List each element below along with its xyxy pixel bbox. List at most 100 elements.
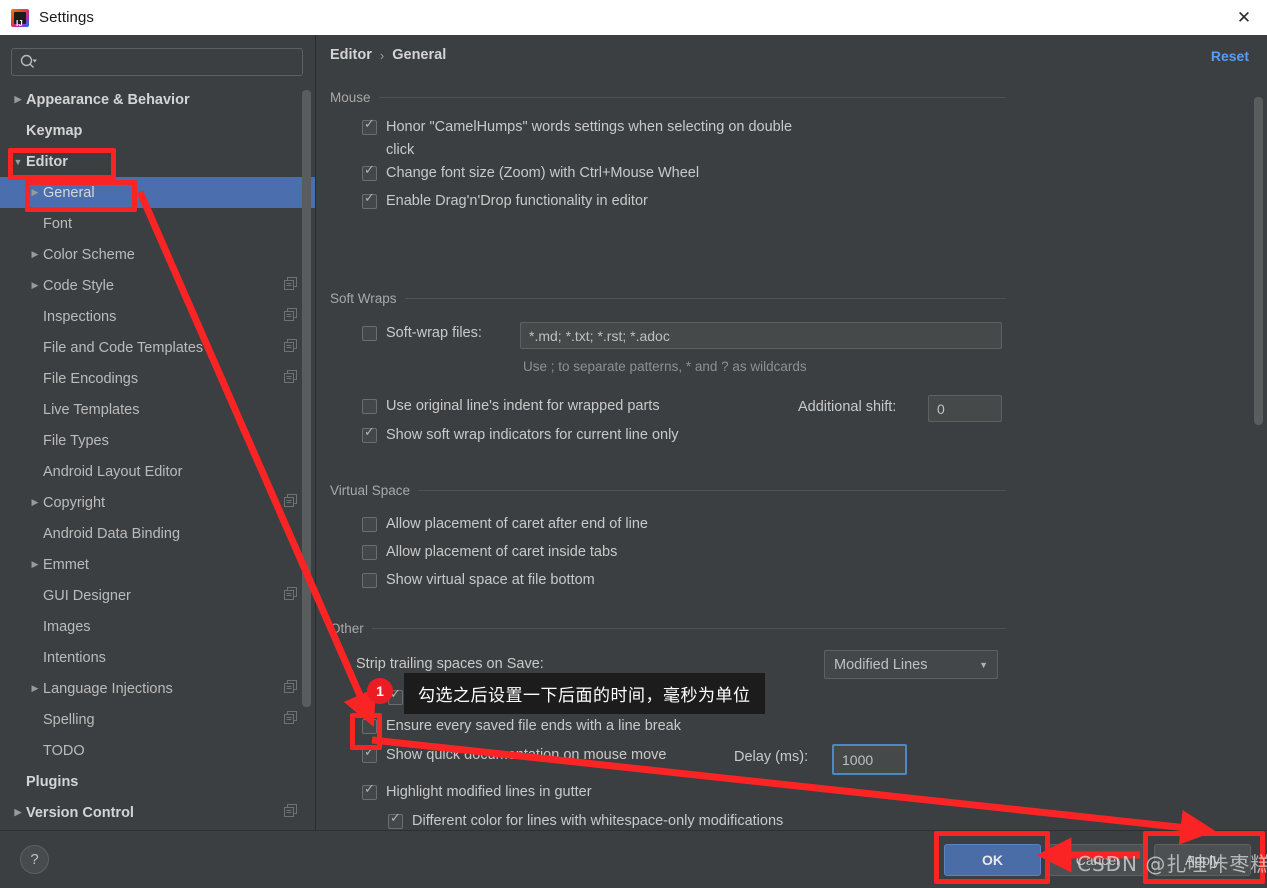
chevron-right-icon[interactable]: ▶ — [27, 187, 43, 198]
sidebar-item-live-templates[interactable]: Live Templates — [0, 394, 315, 425]
chevron-right-icon[interactable]: ▶ — [27, 497, 43, 508]
sidebar-item-appearance-behavior[interactable]: ▶ Appearance & Behavior — [0, 84, 315, 115]
sidebar-item-label: Color Scheme — [43, 246, 135, 263]
chevron-right-icon[interactable]: ▶ — [27, 280, 43, 291]
soft-wrap-files-input[interactable] — [520, 322, 1002, 349]
sidebar-item-editor[interactable]: ▼ Editor — [0, 146, 315, 177]
checkbox-highlight-modified[interactable] — [362, 782, 377, 800]
checkbox-row-dragndrop[interactable]: Enable Drag'n'Drop functionality in edit… — [362, 190, 1006, 218]
checkbox-row-zoom-font[interactable]: Change font size (Zoom) with Ctrl+Mouse … — [362, 162, 1006, 190]
copy-settings-icon[interactable] — [284, 277, 297, 294]
reset-link[interactable]: Reset — [1211, 48, 1249, 64]
copy-settings-icon[interactable] — [284, 308, 297, 325]
sidebar-item-color-scheme[interactable]: ▶ Color Scheme — [0, 239, 315, 270]
sidebar-item-code-style[interactable]: ▶ Code Style — [0, 270, 315, 301]
help-icon[interactable]: ? — [20, 845, 49, 874]
sidebar-item-inspections[interactable]: Inspections — [0, 301, 315, 332]
checkbox-row-virtual-space-bottom[interactable]: Show virtual space at file bottom — [362, 569, 1006, 597]
checkbox-row-use-indent[interactable]: Use original line's indent for wrapped p… — [362, 395, 660, 423]
checkbox-row-quick-documentation[interactable]: Show quick documentation on mouse move — [362, 744, 667, 772]
ok-button[interactable]: OK — [944, 844, 1041, 876]
chevron-down-icon[interactable]: ▼ — [10, 157, 26, 167]
checkbox-different-color[interactable] — [388, 811, 403, 829]
copy-settings-icon[interactable] — [284, 804, 297, 821]
strip-trailing-select[interactable]: Modified Lines ▼ — [824, 650, 998, 679]
checkbox-label: Use original line's indent for wrapped p… — [386, 398, 660, 414]
sidebar-item-file-encodings[interactable]: File Encodings — [0, 363, 315, 394]
section-rule — [404, 297, 1006, 299]
chevron-right-icon[interactable]: ▶ — [10, 807, 26, 818]
checkbox-row-camelhumps[interactable]: Honor "CamelHumps" words settings when s… — [362, 116, 1006, 162]
checkbox-row-caret-inside-tabs[interactable]: Allow placement of caret inside tabs — [362, 541, 1006, 569]
sidebar-item-label: TODO — [43, 742, 85, 759]
intellij-idea-icon: IJ — [11, 8, 29, 27]
sidebar-item-todo[interactable]: TODO — [0, 735, 315, 766]
sidebar-item-general[interactable]: ▶ General — [0, 177, 315, 208]
checkbox-zoom-font[interactable] — [362, 163, 377, 181]
sidebar-item-copyright[interactable]: ▶ Copyright — [0, 487, 315, 518]
section-title-soft-wraps: Soft Wraps — [330, 288, 1006, 308]
sidebar-item-android-layout-editor[interactable]: Android Layout Editor — [0, 456, 315, 487]
sidebar-item-label: GUI Designer — [43, 587, 131, 604]
checkbox-use-indent[interactable] — [362, 399, 377, 414]
chevron-right-icon[interactable]: ▶ — [27, 249, 43, 260]
sidebar-item-label: Appearance & Behavior — [26, 91, 190, 108]
sidebar-item-plugins[interactable]: Plugins — [0, 766, 315, 797]
checkbox-show-indicators[interactable] — [362, 425, 377, 443]
copy-settings-icon[interactable] — [284, 711, 297, 728]
copy-settings-icon[interactable] — [284, 370, 297, 387]
checkbox-quick-documentation[interactable] — [362, 745, 377, 763]
settings-tree[interactable]: ▶ Appearance & Behavior Keymap ▼ Editor ▶ Gene… — [0, 84, 315, 830]
checkbox-row-show-indicators[interactable]: Show soft wrap indicators for current li… — [362, 424, 679, 452]
section-soft-wraps: Soft Wraps Soft-wrap files: Use ; to sep… — [330, 288, 1006, 452]
section-title-other: Other — [330, 618, 1006, 638]
search-input[interactable] — [37, 54, 302, 70]
checkbox-row-different-color[interactable]: Different color for lines with whitespac… — [388, 810, 783, 830]
sidebar-item-version-control[interactable]: ▶ Version Control — [0, 797, 315, 828]
sidebar-item-language-injections[interactable]: ▶ Language Injections — [0, 673, 315, 704]
sidebar-item-font[interactable]: Font — [0, 208, 315, 239]
checkbox-virtual-space-bottom[interactable] — [362, 573, 377, 588]
copy-settings-icon[interactable] — [284, 339, 297, 356]
section-rule — [378, 96, 1006, 98]
checkbox-camelhumps[interactable] — [362, 117, 377, 135]
sidebar-item-label: Keymap — [26, 122, 83, 139]
checkbox-label: Allow placement of caret after end of li… — [386, 516, 648, 532]
close-icon[interactable]: ✕ — [1221, 0, 1267, 35]
sidebar-item-file-types[interactable]: File Types — [0, 425, 315, 456]
sidebar-item-spelling[interactable]: Spelling — [0, 704, 315, 735]
copy-settings-icon[interactable] — [284, 680, 297, 697]
chevron-right-icon[interactable]: ▶ — [27, 683, 43, 694]
sidebar-item-emmet[interactable]: ▶ Emmet — [0, 549, 315, 580]
sidebar-item-gui-designer[interactable]: GUI Designer — [0, 580, 315, 611]
breadcrumb-parent[interactable]: Editor — [330, 47, 372, 63]
checkbox-label: Enable Drag'n'Drop functionality in edit… — [386, 193, 648, 209]
sidebar-item-file-and-code-templates[interactable]: File and Code Templates — [0, 332, 315, 363]
delay-input[interactable] — [832, 744, 907, 775]
copy-settings-icon[interactable] — [284, 587, 297, 604]
checkbox-row-caret-after-eol[interactable]: Allow placement of caret after end of li… — [362, 513, 1006, 541]
checkbox-ensure-line-break[interactable] — [362, 719, 377, 734]
search-box[interactable] — [11, 48, 303, 76]
checkbox-dragndrop[interactable] — [362, 191, 377, 209]
content-scrollbar[interactable] — [1254, 97, 1263, 425]
chevron-right-icon[interactable]: ▶ — [10, 94, 26, 105]
sidebar-scrollbar[interactable] — [302, 90, 311, 707]
sidebar-item-images[interactable]: Images — [0, 611, 315, 642]
sidebar-item-android-data-binding[interactable]: Android Data Binding — [0, 518, 315, 549]
checkbox-caret-inside-tabs[interactable] — [362, 545, 377, 560]
checkbox-row-soft-wrap-files[interactable]: Soft-wrap files: — [362, 322, 482, 350]
checkbox-row-highlight-modified[interactable]: Highlight modified lines in gutter — [362, 781, 592, 809]
checkbox-caret-after-eol[interactable] — [362, 517, 377, 532]
sidebar-item-label: Language Injections — [43, 680, 173, 697]
section-title-mouse: Mouse — [330, 87, 1006, 107]
checkbox-soft-wrap-files[interactable] — [362, 326, 377, 341]
copy-settings-icon[interactable] — [284, 494, 297, 511]
section-rule — [371, 627, 1006, 629]
checkbox-row-ensure-line-break[interactable]: Ensure every saved file ends with a line… — [362, 715, 681, 743]
chevron-right-icon[interactable]: ▶ — [27, 559, 43, 570]
sidebar-item-keymap[interactable]: Keymap — [0, 115, 315, 146]
additional-shift-input[interactable] — [928, 395, 1002, 422]
sidebar-item-intentions[interactable]: Intentions — [0, 642, 315, 673]
checkbox-label: Show quick documentation on mouse move — [386, 747, 667, 763]
